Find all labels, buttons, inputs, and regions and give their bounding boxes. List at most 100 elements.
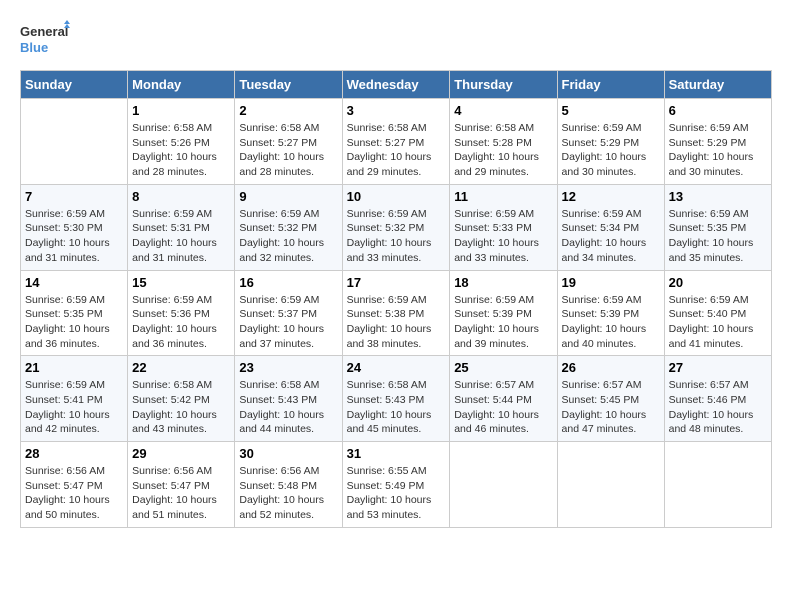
day-number: 5 bbox=[562, 103, 660, 118]
weekday-header-wednesday: Wednesday bbox=[342, 71, 450, 99]
day-detail: Sunrise: 6:59 AMSunset: 5:35 PMDaylight:… bbox=[25, 293, 123, 352]
day-number: 1 bbox=[132, 103, 230, 118]
day-cell: 7Sunrise: 6:59 AMSunset: 5:30 PMDaylight… bbox=[21, 184, 128, 270]
day-number: 13 bbox=[669, 189, 767, 204]
day-cell: 6 Sunrise: 6:59 AMSunset: 5:29 PMDaylight… bbox=[664, 99, 771, 185]
day-cell: 3 Sunrise: 6:58 AMSunset: 5:27 PMDaylight… bbox=[342, 99, 450, 185]
day-cell: 21 Sunrise: 6:59 AMSunset: 5:41 PMDayligh… bbox=[21, 356, 128, 442]
day-detail: Sunrise: 6:58 AMSunset: 5:43 PMDaylight:… bbox=[239, 378, 337, 437]
weekday-header-tuesday: Tuesday bbox=[235, 71, 342, 99]
day-cell: 17 Sunrise: 6:59 AMSunset: 5:38 PMDayligh… bbox=[342, 270, 450, 356]
day-detail: Sunrise: 6:59 AMSunset: 5:35 PMDaylight:… bbox=[669, 207, 767, 266]
day-detail: Sunrise: 6:57 AMSunset: 5:44 PMDaylight:… bbox=[454, 378, 552, 437]
day-cell: 8 Sunrise: 6:59 AMSunset: 5:31 PMDaylight… bbox=[128, 184, 235, 270]
day-number: 20 bbox=[669, 275, 767, 290]
day-number: 18 bbox=[454, 275, 552, 290]
day-number: 26 bbox=[562, 360, 660, 375]
day-cell: 30 Sunrise: 6:56 AMSunset: 5:48 PMDayligh… bbox=[235, 442, 342, 528]
day-cell bbox=[557, 442, 664, 528]
day-cell: 15Sunrise: 6:59 AMSunset: 5:36 PMDayligh… bbox=[128, 270, 235, 356]
day-number: 28 bbox=[25, 446, 123, 461]
day-detail: Sunrise: 6:59 AMSunset: 5:29 PMDaylight:… bbox=[562, 121, 660, 180]
day-cell bbox=[664, 442, 771, 528]
day-number: 21 bbox=[25, 360, 123, 375]
day-cell: 9 Sunrise: 6:59 AMSunset: 5:32 PMDaylight… bbox=[235, 184, 342, 270]
day-number: 25 bbox=[454, 360, 552, 375]
logo: General Blue bbox=[20, 20, 70, 60]
week-row-4: 21 Sunrise: 6:59 AMSunset: 5:41 PMDayligh… bbox=[21, 356, 772, 442]
day-detail: Sunrise: 6:56 AMSunset: 5:48 PMDaylight:… bbox=[239, 464, 337, 523]
day-cell bbox=[450, 442, 557, 528]
day-cell: 20 Sunrise: 6:59 AMSunset: 5:40 PMDayligh… bbox=[664, 270, 771, 356]
day-detail: Sunrise: 6:58 AMSunset: 5:27 PMDaylight:… bbox=[347, 121, 446, 180]
weekday-header-monday: Monday bbox=[128, 71, 235, 99]
day-number: 12 bbox=[562, 189, 660, 204]
day-cell: 16 Sunrise: 6:59 AMSunset: 5:37 PMDayligh… bbox=[235, 270, 342, 356]
day-cell: 19Sunrise: 6:59 AMSunset: 5:39 PMDayligh… bbox=[557, 270, 664, 356]
day-cell: 12Sunrise: 6:59 AMSunset: 5:34 PMDayligh… bbox=[557, 184, 664, 270]
day-cell: 27Sunrise: 6:57 AMSunset: 5:46 PMDayligh… bbox=[664, 356, 771, 442]
day-cell: 11 Sunrise: 6:59 AMSunset: 5:33 PMDayligh… bbox=[450, 184, 557, 270]
day-number: 8 bbox=[132, 189, 230, 204]
weekday-header-saturday: Saturday bbox=[664, 71, 771, 99]
day-detail: Sunrise: 6:59 AMSunset: 5:33 PMDaylight:… bbox=[454, 207, 552, 266]
day-cell: 4Sunrise: 6:58 AMSunset: 5:28 PMDaylight… bbox=[450, 99, 557, 185]
svg-text:General: General bbox=[20, 24, 68, 39]
svg-text:Blue: Blue bbox=[20, 40, 48, 55]
day-cell: 28 Sunrise: 6:56 AMSunset: 5:47 PMDayligh… bbox=[21, 442, 128, 528]
day-cell: 13 Sunrise: 6:59 AMSunset: 5:35 PMDayligh… bbox=[664, 184, 771, 270]
day-number: 29 bbox=[132, 446, 230, 461]
day-detail: Sunrise: 6:59 AMSunset: 5:38 PMDaylight:… bbox=[347, 293, 446, 352]
day-cell: 29 Sunrise: 6:56 AMSunset: 5:47 PMDayligh… bbox=[128, 442, 235, 528]
day-detail: Sunrise: 6:59 AMSunset: 5:39 PMDaylight:… bbox=[562, 293, 660, 352]
day-detail: Sunrise: 6:59 AMSunset: 5:30 PMDaylight:… bbox=[25, 207, 123, 266]
day-cell: 5 Sunrise: 6:59 AMSunset: 5:29 PMDaylight… bbox=[557, 99, 664, 185]
day-detail: Sunrise: 6:59 AMSunset: 5:32 PMDaylight:… bbox=[239, 207, 337, 266]
day-number: 31 bbox=[347, 446, 446, 461]
day-number: 6 bbox=[669, 103, 767, 118]
day-cell: 25 Sunrise: 6:57 AMSunset: 5:44 PMDayligh… bbox=[450, 356, 557, 442]
day-detail: Sunrise: 6:56 AMSunset: 5:47 PMDaylight:… bbox=[132, 464, 230, 523]
day-cell: 2 Sunrise: 6:58 AMSunset: 5:27 PMDaylight… bbox=[235, 99, 342, 185]
day-cell: 26 Sunrise: 6:57 AMSunset: 5:45 PMDayligh… bbox=[557, 356, 664, 442]
day-detail: Sunrise: 6:58 AMSunset: 5:42 PMDaylight:… bbox=[132, 378, 230, 437]
weekday-header-sunday: Sunday bbox=[21, 71, 128, 99]
day-number: 30 bbox=[239, 446, 337, 461]
day-number: 27 bbox=[669, 360, 767, 375]
day-number: 16 bbox=[239, 275, 337, 290]
day-detail: Sunrise: 6:59 AMSunset: 5:32 PMDaylight:… bbox=[347, 207, 446, 266]
day-cell: 10 Sunrise: 6:59 AMSunset: 5:32 PMDayligh… bbox=[342, 184, 450, 270]
week-row-1: 1 Sunrise: 6:58 AMSunset: 5:26 PMDaylight… bbox=[21, 99, 772, 185]
day-number: 10 bbox=[347, 189, 446, 204]
week-row-3: 14Sunrise: 6:59 AMSunset: 5:35 PMDayligh… bbox=[21, 270, 772, 356]
day-cell: 22Sunrise: 6:58 AMSunset: 5:42 PMDayligh… bbox=[128, 356, 235, 442]
day-cell: 18 Sunrise: 6:59 AMSunset: 5:39 PMDayligh… bbox=[450, 270, 557, 356]
day-detail: Sunrise: 6:58 AMSunset: 5:27 PMDaylight:… bbox=[239, 121, 337, 180]
day-detail: Sunrise: 6:57 AMSunset: 5:45 PMDaylight:… bbox=[562, 378, 660, 437]
calendar-table: SundayMondayTuesdayWednesdayThursdayFrid… bbox=[20, 70, 772, 528]
day-number: 17 bbox=[347, 275, 446, 290]
day-detail: Sunrise: 6:59 AMSunset: 5:31 PMDaylight:… bbox=[132, 207, 230, 266]
day-cell: 24Sunrise: 6:58 AMSunset: 5:43 PMDayligh… bbox=[342, 356, 450, 442]
day-number: 11 bbox=[454, 189, 552, 204]
day-detail: Sunrise: 6:58 AMSunset: 5:26 PMDaylight:… bbox=[132, 121, 230, 180]
day-cell: 31Sunrise: 6:55 AMSunset: 5:49 PMDayligh… bbox=[342, 442, 450, 528]
day-detail: Sunrise: 6:59 AMSunset: 5:37 PMDaylight:… bbox=[239, 293, 337, 352]
day-cell: 14Sunrise: 6:59 AMSunset: 5:35 PMDayligh… bbox=[21, 270, 128, 356]
day-number: 23 bbox=[239, 360, 337, 375]
day-detail: Sunrise: 6:58 AMSunset: 5:43 PMDaylight:… bbox=[347, 378, 446, 437]
page-header: General Blue bbox=[20, 20, 772, 60]
day-detail: Sunrise: 6:59 AMSunset: 5:39 PMDaylight:… bbox=[454, 293, 552, 352]
day-number: 15 bbox=[132, 275, 230, 290]
day-cell: 1 Sunrise: 6:58 AMSunset: 5:26 PMDaylight… bbox=[128, 99, 235, 185]
day-number: 2 bbox=[239, 103, 337, 118]
day-number: 3 bbox=[347, 103, 446, 118]
day-detail: Sunrise: 6:56 AMSunset: 5:47 PMDaylight:… bbox=[25, 464, 123, 523]
day-cell: 23 Sunrise: 6:58 AMSunset: 5:43 PMDayligh… bbox=[235, 356, 342, 442]
day-detail: Sunrise: 6:59 AMSunset: 5:29 PMDaylight:… bbox=[669, 121, 767, 180]
day-detail: Sunrise: 6:59 AMSunset: 5:40 PMDaylight:… bbox=[669, 293, 767, 352]
day-cell bbox=[21, 99, 128, 185]
day-detail: Sunrise: 6:59 AMSunset: 5:41 PMDaylight:… bbox=[25, 378, 123, 437]
weekday-header-friday: Friday bbox=[557, 71, 664, 99]
day-number: 9 bbox=[239, 189, 337, 204]
